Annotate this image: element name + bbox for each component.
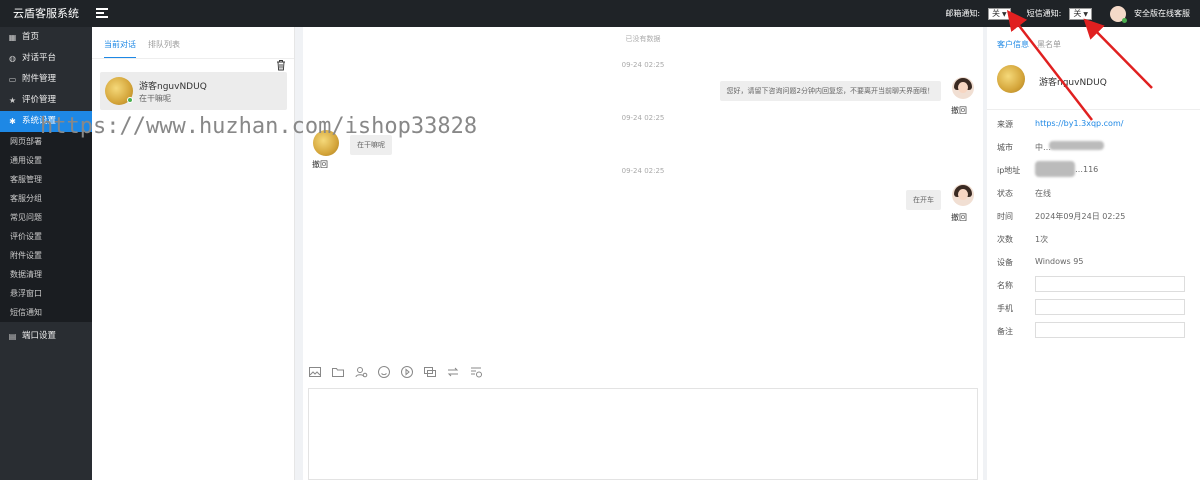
time-value: 2024年09月24日 02:25 (1035, 212, 1126, 221)
top-bar: 云盾客服系统 邮箱通知: 关 ▼ 短信通知: 关 ▼ 安全版在线客服 (0, 0, 1200, 27)
sidebar-item-port[interactable]: ▤ 端口设置 (0, 326, 92, 347)
ip-value: …116 (1075, 165, 1099, 174)
star-icon: ★ (8, 96, 17, 105)
chevron-down-icon: ▼ (1002, 10, 1007, 18)
revoke-link[interactable]: 撤回 (951, 212, 967, 223)
email-notify-select[interactable]: 关 ▼ (988, 7, 1011, 20)
watermark: https://www.huzhan.com/ishop33828 (40, 114, 478, 139)
email-notify-value: 关 (992, 8, 1001, 18)
app-title: 云盾客服系统 (13, 7, 79, 20)
history-icon[interactable] (469, 365, 483, 379)
sidebar-item-label: 端口设置 (22, 331, 57, 341)
conversation-item[interactable]: 游客nguvNDUQ 在干嘛呢 (100, 72, 287, 110)
customer-info-panel: 客户信息 黑名单 游客nguvNDUQ 来源 https://by1.3xqp.… (987, 27, 1200, 480)
sidebar-item-attachments[interactable]: ▭ 附件管理 (0, 69, 92, 90)
settings-submenu: 网页部署 通用设置 客服管理 客服分组 常见问题 评价设置 附件设置 数据清理 … (0, 132, 92, 322)
voice-icon[interactable] (400, 365, 414, 379)
submenu-item[interactable]: 附件设置 (0, 246, 92, 265)
chat-area: 已没有数据 09-24 02:25 您好，请留下咨询问题2分钟内回复您，不要离开… (303, 27, 983, 480)
gear-icon: ✱ (9, 117, 16, 126)
dashboard-icon: ▦ (8, 33, 17, 42)
sidebar-item-label: 对话平台 (22, 53, 57, 63)
top-right-controls: 邮箱通知: 关 ▼ 短信通知: 关 ▼ 安全版在线客服 (945, 0, 1190, 27)
info-label: 时间 (997, 212, 1013, 221)
info-label: 备注 (997, 327, 1013, 336)
submenu-item[interactable]: 客服管理 (0, 170, 92, 189)
agent-message-bubble: 您好，请留下咨询问题2分钟内回复您，不要离开当前聊天界面哦！ (719, 81, 941, 101)
info-label: 状态 (997, 189, 1013, 198)
submenu-item[interactable]: 数据清理 (0, 265, 92, 284)
sms-notify-value: 关 (1073, 8, 1082, 18)
submenu-item[interactable]: 常见问题 (0, 208, 92, 227)
submenu-item[interactable]: 悬浮窗口 (0, 284, 92, 303)
conversation-name: 游客nguvNDUQ (139, 82, 207, 92)
transfer-icon[interactable] (446, 365, 460, 379)
agent-message-bubble: 在开车 (906, 190, 941, 210)
phone-field[interactable] (1035, 299, 1185, 315)
visit-count-value: 1次 (1035, 235, 1049, 244)
chevron-down-icon: ▼ (1083, 10, 1088, 18)
conversation-last-message: 在干嘛呢 (139, 94, 171, 103)
sidebar-item-label: 评价管理 (22, 95, 57, 105)
menu-toggle-icon[interactable] (96, 8, 108, 18)
submenu-item[interactable]: 短信通知 (0, 303, 92, 322)
image-icon[interactable] (308, 365, 322, 379)
conversation-tabs: 当前对话 排队列表 (92, 27, 294, 59)
sms-notify-select[interactable]: 关 ▼ (1069, 7, 1092, 20)
info-label: 手机 (997, 304, 1013, 313)
sms-notify-label: 短信通知: (1026, 9, 1062, 18)
sidebar-item-label: 附件管理 (22, 74, 57, 84)
submenu-item[interactable]: 评价设置 (0, 227, 92, 246)
port-icon: ▤ (8, 332, 17, 341)
chat-icon: ◍ (9, 54, 16, 63)
message-input[interactable] (308, 388, 978, 480)
divider (987, 109, 1200, 110)
person-icon[interactable] (354, 365, 368, 379)
tab-queue[interactable]: 排队列表 (148, 39, 180, 58)
device-value: Windows 95 (1035, 257, 1084, 266)
agent-name[interactable]: 安全版在线客服 (1134, 8, 1190, 19)
trash-icon[interactable] (276, 59, 286, 71)
online-dot (127, 97, 133, 103)
message-time: 09-24 02:25 (621, 61, 665, 69)
email-notify-label: 邮箱通知: (945, 9, 981, 18)
agent-avatar (952, 77, 974, 99)
info-label: ip地址 (997, 166, 1021, 175)
tab-current[interactable]: 当前对话 (104, 39, 136, 58)
customer-name-field[interactable] (1035, 276, 1185, 292)
sidebar-item-chat[interactable]: ◍ 对话平台 (0, 48, 92, 69)
customer-avatar (997, 65, 1025, 93)
redaction-blur (1035, 161, 1075, 177)
redaction-blur (1049, 141, 1104, 150)
customer-name: 游客nguvNDUQ (1039, 78, 1107, 88)
no-more-data-notice: 已没有数据 (625, 35, 661, 43)
agent-avatar (952, 184, 974, 206)
tab-customer-info[interactable]: 客户信息 (997, 39, 1029, 50)
quick-reply-icon[interactable] (423, 365, 437, 379)
folder-icon: ▭ (8, 75, 17, 84)
info-tabs: 客户信息 黑名单 (987, 27, 1200, 50)
sidebar-item-label: 首页 (22, 32, 40, 42)
submenu-item[interactable]: 客服分组 (0, 189, 92, 208)
tab-blacklist[interactable]: 黑名单 (1037, 39, 1061, 50)
chat-toolbar (308, 365, 483, 379)
folder-icon[interactable] (331, 365, 345, 379)
info-label: 次数 (997, 235, 1013, 244)
note-field[interactable] (1035, 322, 1185, 338)
sidebar: ▦ 首页 ◍ 对话平台 ▭ 附件管理 ★ 评价管理 ✱ 系统设置 网页部署 通用设置 客服… (0, 27, 92, 480)
status-value: 在线 (1035, 189, 1051, 198)
info-label: 城市 (997, 143, 1013, 152)
emoji-icon[interactable] (377, 365, 391, 379)
agent-avatar[interactable] (1110, 5, 1127, 23)
info-label: 名称 (997, 281, 1013, 290)
conversation-panel: 当前对话 排队列表 游客nguvNDUQ 在干嘛呢 (92, 27, 295, 480)
source-link[interactable]: https://by1.3xqp.com/ (1035, 119, 1123, 128)
info-label: 设备 (997, 258, 1013, 267)
sidebar-item-reviews[interactable]: ★ 评价管理 (0, 90, 92, 111)
sidebar-item-home[interactable]: ▦ 首页 (0, 27, 92, 48)
message-time: 09-24 02:25 (621, 167, 665, 175)
info-label: 来源 (997, 120, 1013, 129)
online-dot (1122, 17, 1127, 23)
submenu-item[interactable]: 通用设置 (0, 151, 92, 170)
